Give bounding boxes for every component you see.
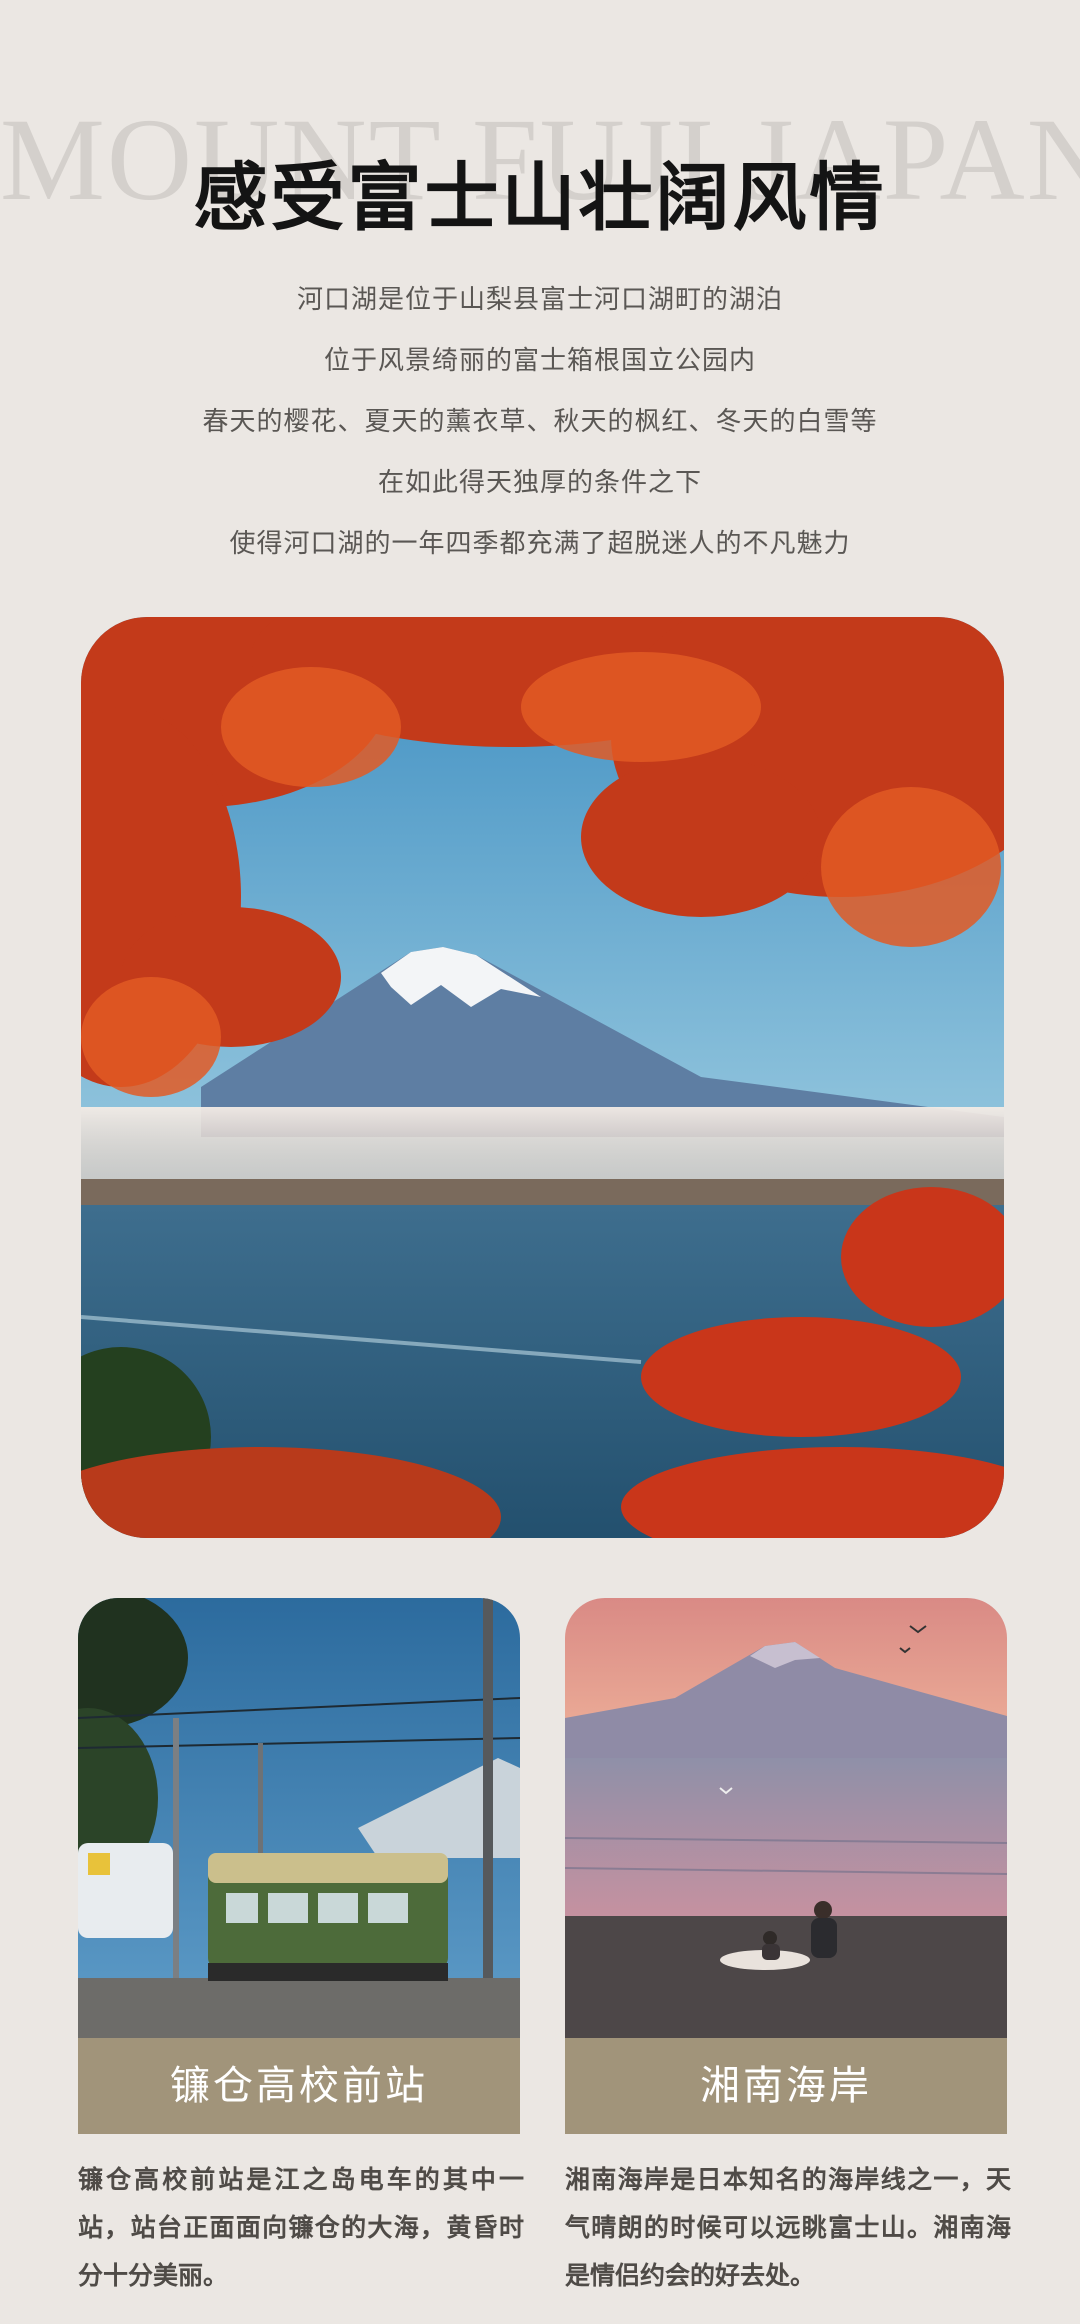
card-description: 镰仓高校前站是江之岛电车的其中一站，站台正面面向镰仓的大海，黄昏时分十分美丽。 (78, 2165, 524, 2290)
enoden-train-photo (78, 1598, 520, 2038)
page-title: 感受富士山壮阔风情 (193, 155, 887, 241)
intro-line: 河口湖是位于山梨县富士河口湖町的湖泊 (296, 285, 783, 315)
intro-line: 在如此得天独厚的条件之下 (377, 468, 702, 498)
card-kamakura-station: 镰仓高校前站 镰仓高校前站是江之岛电车的其中一站，站台正面面向镰仓的大海，黄昏时… (78, 1598, 524, 2300)
intro-text: 河口湖是位于山梨县富士河口湖町的湖泊 位于风景绮丽的富士箱根国立公园内 春天的樱… (0, 270, 1080, 575)
shonan-beach-photo (565, 1598, 1007, 2038)
mount-fuji-autumn-photo (81, 617, 1004, 1538)
card-photo (78, 1598, 520, 2038)
card-description: 湘南海岸是日本知名的海岸线之一，天气晴朗的时候可以远眺富士山。湘南海是情侣约会的… (565, 2165, 1011, 2290)
hero-photo (81, 617, 1004, 1538)
card-title: 湘南海岸 (565, 2038, 1007, 2134)
card-shonan-coast: 湘南海岸 湘南海岸是日本知名的海岸线之一，天气晴朗的时候可以远眺富士山。湘南海是… (565, 1598, 1011, 2300)
intro-line: 春天的樱花、夏天的薰衣草、秋天的枫红、冬天的白雪等 (202, 407, 878, 437)
intro-line: 使得河口湖的一年四季都充满了超脱迷人的不凡魅力 (229, 529, 851, 559)
intro-line: 位于风景绮丽的富士箱根国立公园内 (323, 346, 756, 376)
card-photo (565, 1598, 1007, 2038)
card-title: 镰仓高校前站 (78, 2038, 520, 2134)
